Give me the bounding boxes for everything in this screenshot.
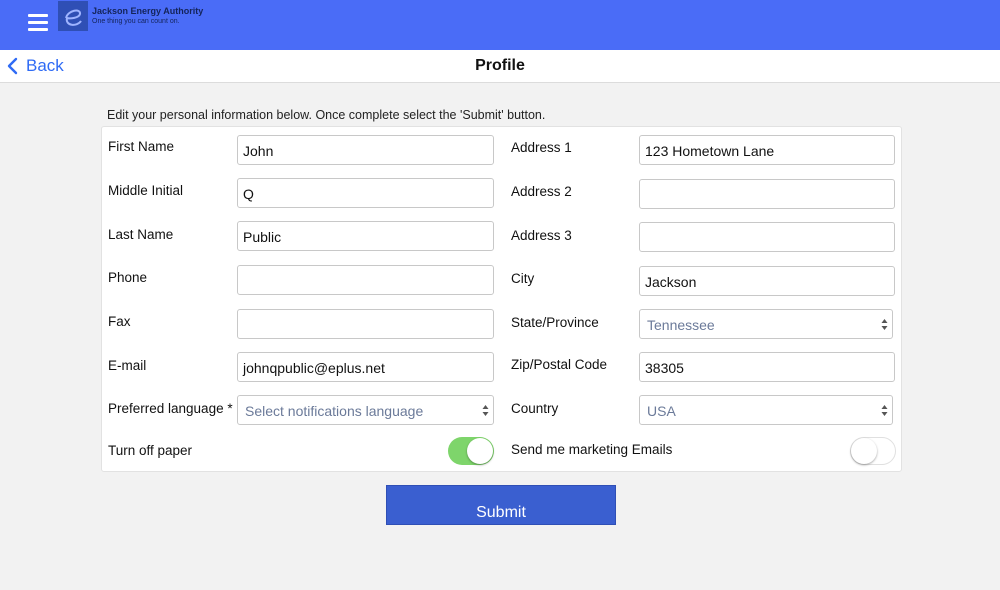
logo-e-icon [58, 1, 88, 31]
last-name-input[interactable]: Public [237, 221, 494, 251]
phone-input[interactable] [237, 265, 494, 295]
turn-off-paper-toggle[interactable] [448, 437, 494, 465]
city-label: City [511, 271, 535, 286]
fax-label: Fax [108, 314, 131, 329]
country-value: USA [647, 403, 676, 419]
marketing-emails-toggle[interactable] [850, 437, 896, 465]
address-3-input[interactable] [639, 222, 895, 252]
toggle-knob [467, 438, 493, 464]
preferred-language-placeholder: Select notifications language [245, 403, 424, 419]
last-name-label: Last Name [108, 227, 174, 242]
country-select[interactable]: USA [639, 395, 893, 425]
marketing-emails-label: Send me marketing Emails [511, 442, 673, 457]
state-province-label: State/Province [511, 315, 599, 330]
hamburger-menu-icon[interactable] [28, 14, 48, 31]
instructions-text: Edit your personal information below. On… [107, 108, 546, 122]
country-label: Country [511, 401, 559, 416]
first-name-label: First Name [108, 139, 175, 154]
select-arrows-icon [881, 319, 888, 330]
logo-tagline: One thing you can count on. [92, 18, 180, 25]
preferred-language-label: Preferred language * [108, 401, 233, 416]
turn-off-paper-label: Turn off paper [108, 443, 193, 458]
app-header: Jackson Energy Authority One thing you c… [0, 0, 1000, 50]
address-3-label: Address 3 [511, 228, 572, 243]
email-input[interactable]: johnqpublic@eplus.net [237, 352, 494, 382]
state-province-select[interactable]: Tennessee [639, 309, 893, 339]
page-title: Profile [475, 57, 525, 74]
phone-label: Phone [108, 270, 148, 285]
address-2-label: Address 2 [511, 184, 572, 199]
preferred-language-select[interactable]: Select notifications language [237, 395, 494, 425]
select-arrows-icon [482, 405, 489, 416]
logo-title: Jackson Energy Authority [92, 6, 204, 16]
page-title-bar: Back Profile [0, 50, 1000, 83]
zip-postal-code-label: Zip/Postal Code [511, 357, 608, 372]
first-name-input[interactable]: John [237, 135, 494, 165]
submit-button[interactable]: Submit [386, 485, 616, 525]
address-1-input[interactable]: 123 Hometown Lane [639, 135, 895, 165]
jea-logo[interactable]: Jackson Energy Authority One thing you c… [58, 1, 203, 31]
fax-input[interactable] [237, 309, 494, 339]
city-input[interactable]: Jackson [639, 266, 895, 296]
toggle-knob [851, 438, 877, 464]
middle-initial-label: Middle Initial [108, 183, 184, 198]
state-province-value: Tennessee [647, 317, 715, 333]
middle-initial-input[interactable]: Q [237, 178, 494, 208]
select-arrows-icon [881, 405, 888, 416]
zip-postal-code-input[interactable]: 38305 [639, 352, 895, 382]
email-label: E-mail [108, 358, 147, 373]
address-2-input[interactable] [639, 179, 895, 209]
address-1-label: Address 1 [511, 140, 572, 155]
